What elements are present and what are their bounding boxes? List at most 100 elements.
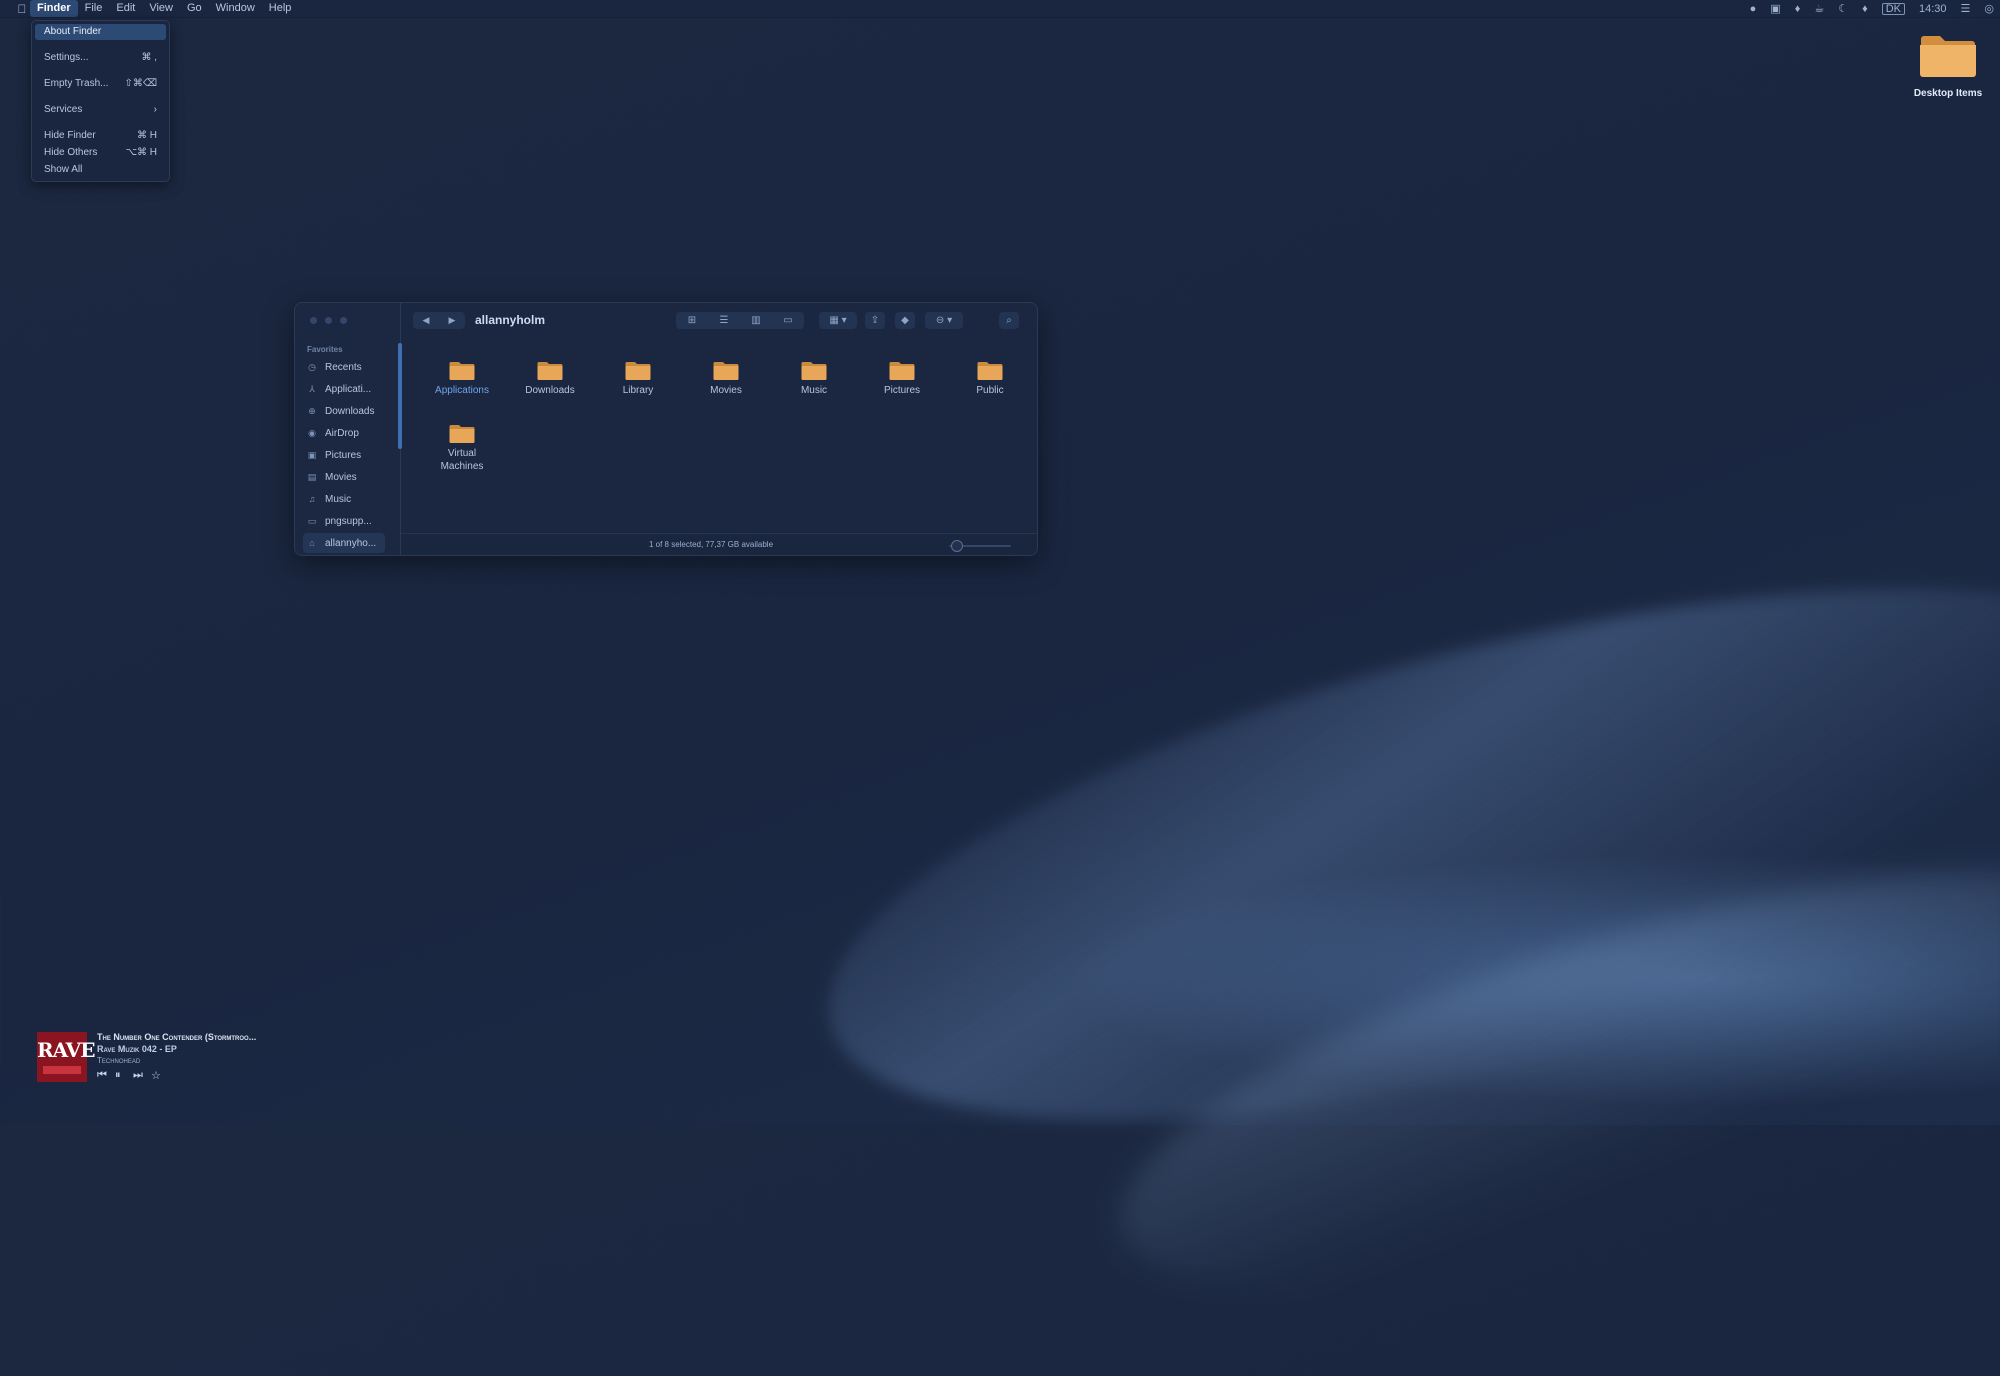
menu-item-hide-finder[interactable]: Hide Finder ⌘ H: [35, 128, 166, 144]
finder-menu-dropdown: About Finder Settings... ⌘ , Empty Trash…: [31, 20, 170, 182]
back-button[interactable]: ◀: [413, 312, 439, 329]
folder-label: Downloads: [525, 385, 575, 396]
list-view-button[interactable]: ☰: [708, 312, 740, 329]
folder-icon: [449, 362, 475, 380]
menu-item-shortcut: ⌘ H: [137, 130, 157, 141]
forward-button[interactable]: ▶: [439, 312, 465, 329]
sidebar-item-label: Music: [325, 493, 352, 505]
sidebar-heading: Favorites: [307, 345, 343, 354]
download-icon: ⊕: [308, 405, 316, 416]
control-center-icon[interactable]: ☰: [1961, 2, 1971, 15]
airdrop-icon: ◉: [308, 427, 316, 438]
sidebar-item-label: Pictures: [325, 449, 362, 461]
finder-toolbar: ◀ ▶ allannyholm ⊞ ☰ ▥ ▭ ▦ ▾ ⇪ ◆ ⊖ ▾ ⌕: [401, 303, 1037, 339]
menu-finder[interactable]: Finder: [30, 0, 78, 17]
menu-item-services[interactable]: Services ›: [35, 102, 166, 118]
moon-icon[interactable]: ☾: [1838, 2, 1848, 15]
folder-icon: [713, 362, 739, 380]
menu-view[interactable]: View: [142, 0, 180, 17]
input-source-icon[interactable]: DK: [1881, 2, 1905, 15]
folder-item[interactable]: Public: [950, 359, 1030, 397]
folder-item[interactable]: Pictures: [862, 359, 942, 397]
search-icon[interactable]: ⌕: [999, 312, 1019, 329]
menu-file[interactable]: File: [78, 0, 110, 17]
view-mode-segment: ⊞ ☰ ▥ ▭: [676, 312, 804, 329]
sidebar-item-pngsupp[interactable]: ▭ pngsupp...: [303, 511, 385, 531]
folder-label: Library: [622, 385, 654, 396]
desktop-item-label[interactable]: Desktop Items: [1898, 88, 1998, 99]
folder-item[interactable]: Virtual Machines: [422, 422, 502, 473]
clock[interactable]: 14:30: [1919, 3, 1947, 15]
minimize-window-button[interactable]: [325, 317, 332, 324]
close-window-button[interactable]: [310, 317, 317, 324]
sidebar-item-label: AirDrop: [325, 427, 359, 439]
sidebar-item-downloads[interactable]: ⊕ Downloads: [303, 401, 385, 421]
menu-item-settings[interactable]: Settings... ⌘ ,: [35, 50, 166, 66]
sidebar-item-airdrop[interactable]: ◉ AirDrop: [303, 423, 385, 443]
column-view-button[interactable]: ▥: [740, 312, 772, 329]
sidebar-item-movies[interactable]: ▤ Movies: [303, 467, 385, 487]
finder-content: Applications Downloads Library Movies Music P…: [401, 339, 1037, 519]
folder-icon: [537, 362, 563, 380]
chevron-right-icon: ›: [153, 104, 157, 115]
menu-item-label: Empty Trash...: [44, 78, 109, 89]
folder-item[interactable]: Movies: [686, 359, 766, 397]
siri-icon[interactable]: ◎: [1984, 2, 1994, 15]
zoom-window-button[interactable]: [340, 317, 347, 324]
record-dot-icon[interactable]: ●: [1750, 3, 1757, 15]
menu-item-show-all[interactable]: Show All: [35, 162, 166, 178]
group-by-button[interactable]: ▦ ▾: [819, 312, 857, 329]
next-track-icon[interactable]: ⏭: [133, 1069, 143, 1082]
menu-item-about-finder[interactable]: About Finder: [35, 24, 166, 40]
menu-item-label: Hide Others: [44, 147, 98, 158]
photo-icon: ▣: [307, 449, 317, 460]
menu-item-hide-others[interactable]: Hide Others ⌥⌘ H: [35, 145, 166, 161]
folder-icon: [625, 362, 651, 380]
folder-item[interactable]: Music: [774, 359, 854, 397]
sidebar-item-pictures[interactable]: ▣ Pictures: [303, 445, 385, 465]
desktop-folder-icon[interactable]: [1918, 30, 1978, 78]
menu-go[interactable]: Go: [180, 0, 209, 17]
drop-icon[interactable]: ♦: [1795, 3, 1801, 15]
screen-icon[interactable]: ▣: [1770, 2, 1780, 15]
menu-item-shortcut: ⌘ ,: [141, 52, 157, 63]
navigation-buttons: ◀ ▶: [413, 312, 465, 329]
finder-sidebar: Favorites ◷ Recents ⅄ Applicati... ⊕ Dow…: [295, 303, 402, 555]
cup-icon[interactable]: ☕: [1814, 2, 1824, 15]
sidebar-item-label: pngsupp...: [325, 515, 372, 527]
folder-item[interactable]: Applications: [422, 359, 502, 397]
finder-window: Favorites ◷ Recents ⅄ Applicati... ⊕ Dow…: [294, 302, 1038, 556]
menu-window[interactable]: Window: [209, 0, 262, 17]
folder-label: Pictures: [883, 385, 921, 396]
sidebar-item-music[interactable]: ♫ Music: [303, 489, 385, 509]
folder-label: Movies: [710, 385, 742, 396]
previous-track-icon[interactable]: ⏮: [97, 1069, 107, 1082]
folder-item[interactable]: Downloads: [510, 359, 590, 397]
folder-item[interactable]: Library: [598, 359, 678, 397]
pause-icon[interactable]: ⏸: [115, 1069, 121, 1082]
sidebar-item-home[interactable]: ⌂ allannyho...: [303, 533, 385, 553]
share-icon[interactable]: ⇪: [865, 312, 885, 329]
menu-item-label: Show All: [44, 164, 83, 175]
folder-icon: [889, 362, 915, 380]
favorite-star-icon[interactable]: ☆: [151, 1069, 161, 1082]
sidebar-item-applications[interactable]: ⅄ Applicati...: [303, 379, 385, 399]
apple-menu-icon[interactable]: : [14, 2, 30, 16]
menu-help[interactable]: Help: [262, 0, 299, 17]
album-art-stripe: [43, 1066, 81, 1074]
folder-icon: [977, 362, 1003, 380]
tag-icon[interactable]: ◆: [895, 312, 915, 329]
folder-label: Music: [800, 385, 828, 396]
sidebar-item-label: Applicati...: [325, 383, 372, 395]
action-menu-button[interactable]: ⊖ ▾: [925, 312, 963, 329]
gallery-view-button[interactable]: ▭: [772, 312, 804, 329]
drop-icon[interactable]: ♦: [1862, 3, 1868, 15]
album-art-text: RAVE: [37, 1038, 95, 1062]
menu-bar-status-area: ● ▣ ♦ ☕ ☾ ♦ DK 14:30 ☰ ◎: [1750, 0, 1994, 17]
menu-item-empty-trash[interactable]: Empty Trash... ⇧⌘⌫: [35, 76, 166, 92]
icon-size-slider-knob[interactable]: [951, 540, 963, 552]
menu-edit[interactable]: Edit: [109, 0, 142, 17]
sidebar-item-label: Recents: [325, 361, 362, 373]
sidebar-item-recents[interactable]: ◷ Recents: [303, 357, 385, 377]
icon-view-button[interactable]: ⊞: [676, 312, 708, 329]
